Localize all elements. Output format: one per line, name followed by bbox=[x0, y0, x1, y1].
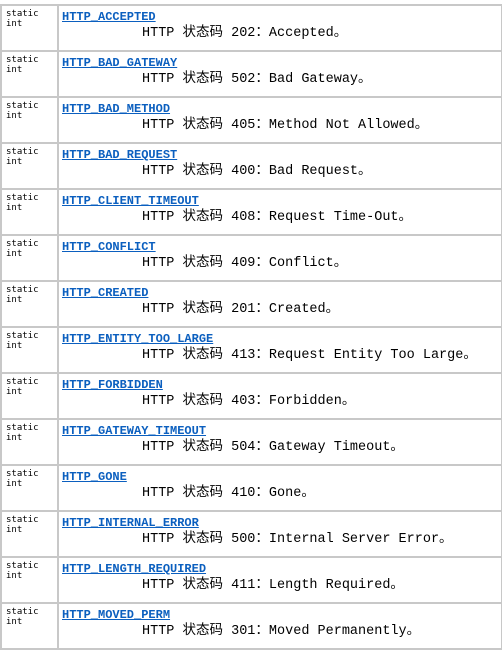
field-type: static int bbox=[0, 142, 59, 190]
field-description: HTTP 状态码 413：Request Entity Too Large。 bbox=[142, 348, 477, 363]
field-link[interactable]: HTTP_BAD_REQUEST bbox=[62, 148, 501, 163]
field-type: static int bbox=[0, 556, 59, 604]
field-row: static int HTTP_CONFLICT HTTP 状态码 409：Co… bbox=[0, 234, 502, 282]
field-summary-table: static int HTTP_ACCEPTED HTTP 状态码 202：Ac… bbox=[0, 4, 502, 650]
field-link[interactable]: HTTP_MOVED_PERM bbox=[62, 608, 501, 623]
field-type: static int bbox=[0, 372, 59, 420]
field-type: static int bbox=[0, 280, 59, 328]
field-cell: HTTP_MOVED_PERM HTTP 状态码 301：Moved Perma… bbox=[57, 602, 502, 650]
field-row: static int HTTP_ACCEPTED HTTP 状态码 202：Ac… bbox=[0, 4, 502, 52]
field-cell: HTTP_INTERNAL_ERROR HTTP 状态码 500：Interna… bbox=[57, 510, 502, 558]
field-description: HTTP 状态码 201：Created。 bbox=[142, 302, 340, 317]
field-link[interactable]: HTTP_CREATED bbox=[62, 286, 501, 301]
field-row: static int HTTP_CREATED HTTP 状态码 201：Cre… bbox=[0, 280, 502, 328]
field-description: HTTP 状态码 409：Conflict。 bbox=[142, 256, 348, 271]
field-type: static int bbox=[0, 602, 59, 650]
field-cell: HTTP_GONE HTTP 状态码 410：Gone。 bbox=[57, 464, 502, 512]
field-link[interactable]: HTTP_FORBIDDEN bbox=[62, 378, 501, 393]
field-type: static int bbox=[0, 234, 59, 282]
field-type: static int bbox=[0, 96, 59, 144]
field-link[interactable]: HTTP_LENGTH_REQUIRED bbox=[62, 562, 501, 577]
field-description: HTTP 状态码 202：Accepted。 bbox=[142, 26, 348, 41]
field-description: HTTP 状态码 500：Internal Server Error。 bbox=[142, 532, 453, 547]
field-description: HTTP 状态码 301：Moved Permanently。 bbox=[142, 624, 421, 639]
field-type: static int bbox=[0, 510, 59, 558]
field-type: static int bbox=[0, 188, 59, 236]
field-row: static int HTTP_CLIENT_TIMEOUT HTTP 状态码 … bbox=[0, 188, 502, 236]
field-cell: HTTP_BAD_GATEWAY HTTP 状态码 502：Bad Gatewa… bbox=[57, 50, 502, 98]
field-link[interactable]: HTTP_INTERNAL_ERROR bbox=[62, 516, 501, 531]
field-description: HTTP 状态码 405：Method Not Allowed。 bbox=[142, 118, 429, 133]
field-cell: HTTP_CONFLICT HTTP 状态码 409：Conflict。 bbox=[57, 234, 502, 282]
field-type: static int bbox=[0, 464, 59, 512]
field-cell: HTTP_CLIENT_TIMEOUT HTTP 状态码 408：Request… bbox=[57, 188, 502, 236]
field-cell: HTTP_FORBIDDEN HTTP 状态码 403：Forbidden。 bbox=[57, 372, 502, 420]
field-cell: HTTP_LENGTH_REQUIRED HTTP 状态码 411：Length… bbox=[57, 556, 502, 604]
field-row: static int HTTP_LENGTH_REQUIRED HTTP 状态码… bbox=[0, 556, 502, 604]
field-row: static int HTTP_BAD_METHOD HTTP 状态码 405：… bbox=[0, 96, 502, 144]
field-link[interactable]: HTTP_BAD_METHOD bbox=[62, 102, 501, 117]
field-link[interactable]: HTTP_CONFLICT bbox=[62, 240, 501, 255]
field-cell: HTTP_GATEWAY_TIMEOUT HTTP 状态码 504：Gatewa… bbox=[57, 418, 502, 466]
field-row: static int HTTP_GONE HTTP 状态码 410：Gone。 bbox=[0, 464, 502, 512]
field-link[interactable]: HTTP_GATEWAY_TIMEOUT bbox=[62, 424, 501, 439]
field-description: HTTP 状态码 400：Bad Request。 bbox=[142, 164, 372, 179]
field-cell: HTTP_BAD_METHOD HTTP 状态码 405：Method Not … bbox=[57, 96, 502, 144]
field-link[interactable]: HTTP_ACCEPTED bbox=[62, 10, 501, 25]
field-row: static int HTTP_MOVED_PERM HTTP 状态码 301：… bbox=[0, 602, 502, 650]
field-description: HTTP 状态码 504：Gateway Timeout。 bbox=[142, 440, 404, 455]
field-description: HTTP 状态码 410：Gone。 bbox=[142, 486, 315, 501]
field-link[interactable]: HTTP_BAD_GATEWAY bbox=[62, 56, 501, 71]
field-row: static int HTTP_ENTITY_TOO_LARGE HTTP 状态… bbox=[0, 326, 502, 374]
field-type: static int bbox=[0, 50, 59, 98]
field-link[interactable]: HTTP_ENTITY_TOO_LARGE bbox=[62, 332, 501, 347]
field-row: static int HTTP_BAD_GATEWAY HTTP 状态码 502… bbox=[0, 50, 502, 98]
field-description: HTTP 状态码 408：Request Time-Out。 bbox=[142, 210, 413, 225]
field-cell: HTTP_CREATED HTTP 状态码 201：Created。 bbox=[57, 280, 502, 328]
field-link[interactable]: HTTP_GONE bbox=[62, 470, 501, 485]
field-description: HTTP 状态码 403：Forbidden。 bbox=[142, 394, 356, 409]
field-cell: HTTP_ACCEPTED HTTP 状态码 202：Accepted。 bbox=[57, 4, 502, 52]
field-type: static int bbox=[0, 418, 59, 466]
field-row: static int HTTP_FORBIDDEN HTTP 状态码 403：F… bbox=[0, 372, 502, 420]
field-description: HTTP 状态码 411：Length Required。 bbox=[142, 578, 404, 593]
field-cell: HTTP_ENTITY_TOO_LARGE HTTP 状态码 413：Reque… bbox=[57, 326, 502, 374]
field-description: HTTP 状态码 502：Bad Gateway。 bbox=[142, 72, 372, 87]
field-row: static int HTTP_INTERNAL_ERROR HTTP 状态码 … bbox=[0, 510, 502, 558]
field-type: static int bbox=[0, 326, 59, 374]
field-cell: HTTP_BAD_REQUEST HTTP 状态码 400：Bad Reques… bbox=[57, 142, 502, 190]
field-row: static int HTTP_GATEWAY_TIMEOUT HTTP 状态码… bbox=[0, 418, 502, 466]
field-type: static int bbox=[0, 4, 59, 52]
field-row: static int HTTP_BAD_REQUEST HTTP 状态码 400… bbox=[0, 142, 502, 190]
field-link[interactable]: HTTP_CLIENT_TIMEOUT bbox=[62, 194, 501, 209]
